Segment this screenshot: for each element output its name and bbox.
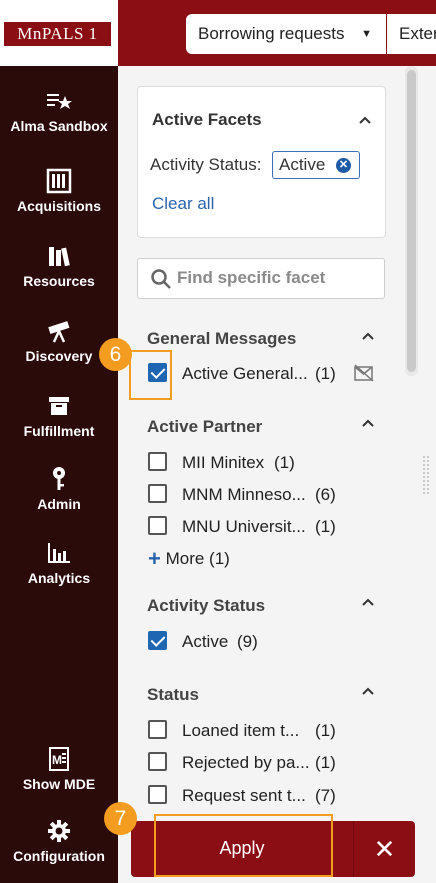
- nav-item-alma-sandbox[interactable]: Alma Sandbox: [0, 88, 118, 134]
- books-icon: [49, 247, 70, 267]
- activity-status-label: Activity Status:: [150, 155, 262, 174]
- section-title-general-messages: General Messages: [147, 329, 297, 348]
- facet-count: (1): [315, 364, 336, 383]
- key-icon: [53, 467, 65, 490]
- chevron-up-icon[interactable]: [361, 595, 375, 609]
- remove-chip-icon[interactable]: ✕: [336, 158, 351, 173]
- message-off-icon[interactable]: [354, 364, 374, 382]
- facet-count: (1): [315, 517, 336, 536]
- section-title-active-partner: Active Partner: [147, 417, 263, 436]
- nav-item-admin[interactable]: Admin: [0, 466, 118, 512]
- scrollbar-thumb[interactable]: [407, 70, 416, 372]
- sandbox-icon: [47, 94, 72, 109]
- step-7-highlight: [154, 814, 333, 877]
- nav-item-show-mde[interactable]: M Show MDE: [0, 746, 118, 792]
- bar-chart-icon: [48, 543, 70, 563]
- checkbox-partner-mnu[interactable]: [148, 516, 167, 535]
- logo-text: MnPALS 1: [4, 22, 111, 46]
- nav-item-resources[interactable]: Resources: [0, 243, 118, 289]
- chevron-up-icon[interactable]: [361, 329, 375, 343]
- facet-count: (7): [315, 786, 336, 805]
- search-type-dropdown[interactable]: Borrowing requests ▼: [186, 14, 386, 54]
- search-scope-dropdown[interactable]: Exter: [387, 14, 436, 54]
- search-scope-label: Exter: [399, 24, 436, 43]
- nav-label: Alma Sandbox: [10, 118, 108, 134]
- facet-label: MNU Universit...: [182, 517, 306, 536]
- facet-label: Loaned item t...: [182, 721, 300, 740]
- nav-label: Configuration: [13, 848, 105, 864]
- facet-label: Active: [182, 632, 229, 651]
- search-icon: [151, 269, 171, 289]
- facet-label: MII Minitex: [182, 453, 265, 472]
- search-type-label: Borrowing requests: [198, 24, 345, 43]
- facet-count: (6): [315, 485, 336, 504]
- nav-item-acquisitions[interactable]: Acquisitions: [0, 168, 118, 214]
- nav-label: Show MDE: [22, 776, 96, 792]
- box-icon: [49, 397, 69, 415]
- active-facets-title: Active Facets: [152, 110, 262, 129]
- active-facet-chip: Active ✕: [272, 151, 360, 179]
- facet-label: Request sent t...: [182, 786, 306, 805]
- checkbox-status-rejected[interactable]: [148, 752, 167, 771]
- resize-grip[interactable]: [422, 455, 430, 495]
- more-partners-link[interactable]: + More (1): [148, 546, 230, 572]
- svg-text:M: M: [52, 753, 62, 767]
- abacus-icon: [46, 168, 72, 194]
- facet-count: (1): [274, 453, 295, 472]
- nav-label: Acquisitions: [16, 198, 101, 214]
- gear-icon: [48, 820, 70, 842]
- facet-count: (9): [237, 632, 258, 651]
- checkbox-activity-active[interactable]: [148, 631, 167, 650]
- nav-item-fulfillment[interactable]: Fulfillment: [0, 393, 118, 439]
- caret-down-icon: ▼: [361, 28, 372, 40]
- metadata-editor-icon: M: [49, 747, 69, 771]
- facet-count: (1): [315, 753, 336, 772]
- nav-label: Analytics: [27, 570, 91, 586]
- nav-label: Admin: [37, 496, 81, 512]
- section-title-activity-status: Activity Status: [147, 596, 266, 615]
- checkbox-partner-mii[interactable]: [148, 452, 167, 471]
- section-title-status: Status: [147, 685, 199, 704]
- nav-item-configuration[interactable]: Configuration: [0, 818, 118, 864]
- logo[interactable]: MnPALS 1: [0, 0, 118, 66]
- telescope-icon: [48, 321, 70, 343]
- checkbox-status-request-sent[interactable]: [148, 785, 167, 804]
- chevron-up-icon[interactable]: [361, 416, 375, 430]
- facet-label: MNM Minneso...: [182, 485, 306, 504]
- step-6-badge: 6: [99, 338, 132, 371]
- step-6-highlight: [129, 350, 172, 400]
- nav-item-analytics[interactable]: Analytics: [0, 540, 118, 586]
- checkbox-status-loaned[interactable]: [148, 720, 167, 739]
- find-facet-placeholder: Find specific facet: [177, 268, 326, 287]
- clear-all-link[interactable]: Clear all: [152, 194, 214, 214]
- step-7-badge: 7: [104, 802, 137, 835]
- nav-label: Resources: [23, 273, 95, 289]
- chevron-up-icon[interactable]: [361, 684, 375, 698]
- checkbox-partner-mnm[interactable]: [148, 484, 167, 503]
- more-label: More (1): [165, 549, 230, 568]
- nav-label: Fulfillment: [23, 423, 95, 439]
- close-icon[interactable]: ✕: [353, 821, 415, 877]
- facet-count: (1): [315, 721, 336, 740]
- plus-icon: +: [148, 546, 161, 571]
- chip-label: Active: [279, 155, 326, 174]
- facet-label: Active General...: [182, 364, 308, 383]
- chevron-up-icon[interactable]: [358, 113, 372, 127]
- facet-label: Rejected by pa...: [182, 753, 310, 772]
